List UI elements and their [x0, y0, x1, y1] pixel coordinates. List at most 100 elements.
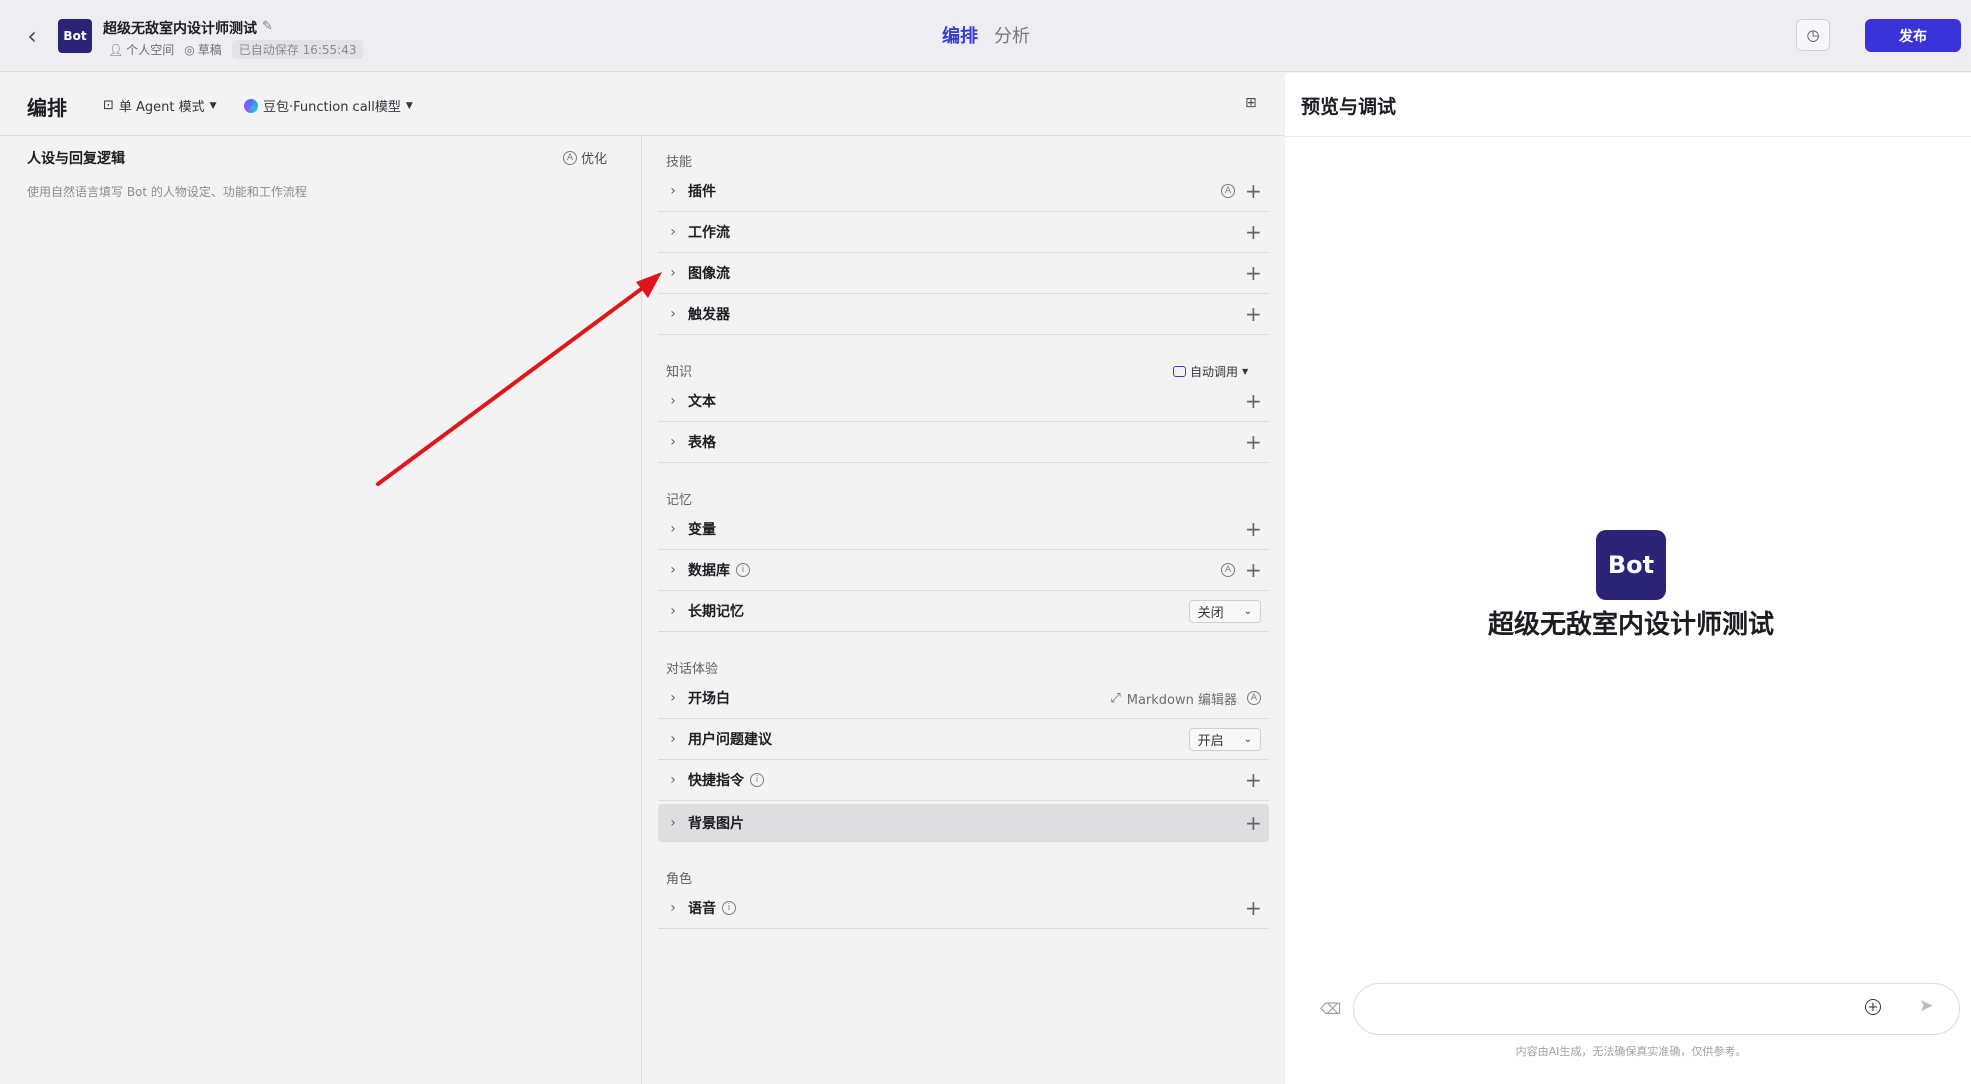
- agent-mode-select[interactable]: ⊡ 单 Agent 模式 ▼: [103, 96, 217, 115]
- add-icon[interactable]: +: [1245, 181, 1262, 201]
- chevron-right-icon[interactable]: ›: [658, 772, 688, 788]
- section-role-title: 角色: [666, 872, 693, 887]
- persona-input[interactable]: 使用自然语言填写 Bot 的人物设定、功能和工作流程: [27, 183, 307, 200]
- chevron-right-icon[interactable]: ›: [658, 224, 688, 240]
- row-plugin[interactable]: › 插件 A +: [658, 171, 1269, 212]
- chevron-down-icon: ⌄: [1243, 605, 1252, 617]
- section-dialog-title: 对话体验: [666, 662, 719, 677]
- skills-panel: 技能 › 插件 A + › 工作流 + › 图像流 + › 触发器 + 知识 › …: [643, 137, 1284, 1084]
- chevron-right-icon[interactable]: ›: [658, 183, 688, 199]
- editor-title: 编排: [27, 96, 67, 120]
- send-icon[interactable]: ➤: [1919, 996, 1933, 1016]
- add-icon[interactable]: +: [1245, 304, 1262, 324]
- add-icon[interactable]: +: [1245, 813, 1262, 833]
- chevron-right-icon[interactable]: ›: [658, 265, 688, 281]
- chat-input[interactable]: [1374, 994, 1834, 1024]
- auto-call-select[interactable]: 自动调用 ▼: [1173, 363, 1248, 380]
- clear-chat-icon[interactable]: ⌫: [1320, 1000, 1341, 1018]
- preview-panel: 预览与调试 Bot 超级无敌室内设计师测试 ⌫ 内容由AI生成，无法确保真实准确…: [1285, 73, 1971, 1084]
- model-select[interactable]: 豆包·Function call模型 ▼: [244, 96, 413, 115]
- markdown-label: Markdown 编辑器: [1126, 692, 1237, 708]
- row-voice[interactable]: › 语音 i +: [658, 888, 1269, 929]
- layout-grid-icon[interactable]: ⊞: [1245, 95, 1261, 111]
- user-icon: 👤︎: [108, 42, 124, 57]
- auto-call-icon: [1173, 366, 1186, 377]
- publish-button[interactable]: 发布: [1865, 19, 1961, 52]
- section-knowledge-title: 知识: [666, 365, 693, 380]
- add-icon[interactable]: +: [1245, 519, 1262, 539]
- add-icon[interactable]: +: [1245, 770, 1262, 790]
- model-label: 豆包·Function call模型: [263, 100, 401, 115]
- info-icon[interactable]: i: [722, 901, 736, 915]
- row-label: 工作流: [688, 225, 730, 241]
- row-text[interactable]: › 文本 +: [658, 381, 1269, 422]
- row-imageflow[interactable]: › 图像流 +: [658, 253, 1269, 294]
- info-icon[interactable]: i: [736, 563, 750, 577]
- auto-icon[interactable]: A: [1221, 563, 1235, 577]
- auto-icon[interactable]: A: [1247, 691, 1261, 705]
- preview-bot-avatar: Bot: [1596, 530, 1666, 600]
- row-label: 开场白: [688, 691, 730, 707]
- chevron-right-icon[interactable]: ›: [658, 603, 688, 619]
- persona-panel: 人设与回复逻辑 A 优化 使用自然语言填写 Bot 的人物设定、功能和工作流程: [0, 137, 642, 1084]
- chevron-right-icon[interactable]: ›: [658, 690, 688, 706]
- row-label: 触发器: [688, 307, 730, 323]
- section-skills-title: 技能: [666, 155, 693, 170]
- row-variable[interactable]: › 变量 +: [658, 509, 1269, 550]
- row-trigger[interactable]: › 触发器 +: [658, 294, 1269, 335]
- section-memory-title: 记忆: [666, 493, 693, 508]
- markdown-editor-button[interactable]: ⤢ Markdown 编辑器: [1110, 689, 1237, 708]
- chevron-down-icon: ⌄: [1243, 733, 1252, 745]
- long-term-memory-select[interactable]: 关闭 ⌄: [1188, 599, 1261, 623]
- top-tabs: 编排 分析: [942, 22, 1030, 48]
- add-attachment-icon[interactable]: +: [1865, 999, 1881, 1015]
- add-icon[interactable]: +: [1245, 560, 1262, 580]
- optimize-button[interactable]: A 优化: [563, 148, 607, 167]
- add-icon[interactable]: +: [1245, 432, 1262, 452]
- row-label: 文本: [688, 394, 716, 410]
- divider: [1285, 136, 1971, 137]
- row-shortcuts[interactable]: › 快捷指令 i +: [658, 760, 1269, 801]
- optimize-label: 优化: [581, 152, 608, 167]
- mode-icon: ⊡: [103, 98, 114, 113]
- chevron-right-icon[interactable]: ›: [658, 731, 688, 747]
- suggestions-select[interactable]: 开启 ⌄: [1188, 727, 1261, 751]
- chevron-right-icon[interactable]: ›: [658, 562, 688, 578]
- row-database[interactable]: › 数据库 i A +: [658, 550, 1269, 591]
- chevron-right-icon[interactable]: ›: [658, 434, 688, 450]
- tab-arrange[interactable]: 编排: [942, 22, 978, 48]
- row-label: 变量: [688, 522, 716, 538]
- row-table[interactable]: › 表格 +: [658, 422, 1269, 463]
- preview-title: 预览与调试: [1301, 96, 1397, 118]
- caret-down-icon: ▼: [209, 100, 217, 111]
- add-icon[interactable]: +: [1245, 898, 1262, 918]
- bot-name: 超级无敌室内设计师测试: [103, 21, 257, 37]
- space-chip: 👤︎ 个人空间: [108, 41, 174, 58]
- back-icon[interactable]: ‹: [20, 22, 44, 50]
- add-icon[interactable]: +: [1245, 391, 1262, 411]
- row-suggestions[interactable]: › 用户问题建议 开启 ⌄: [658, 719, 1269, 760]
- info-icon[interactable]: i: [750, 773, 764, 787]
- chevron-right-icon[interactable]: ›: [658, 815, 688, 831]
- row-label: 语音: [688, 901, 716, 917]
- chevron-right-icon[interactable]: ›: [658, 306, 688, 322]
- tab-analysis[interactable]: 分析: [994, 22, 1030, 48]
- chevron-right-icon[interactable]: ›: [658, 393, 688, 409]
- add-icon[interactable]: +: [1245, 222, 1262, 242]
- edit-icon[interactable]: ✎: [262, 19, 278, 35]
- persona-title: 人设与回复逻辑: [27, 151, 125, 167]
- row-opening[interactable]: › 开场白 ⤢ Markdown 编辑器 A: [658, 678, 1269, 719]
- row-long-term-memory[interactable]: › 长期记忆 关闭 ⌄: [658, 591, 1269, 632]
- history-icon[interactable]: ◷: [1796, 19, 1830, 51]
- autosave-badge: 已自动保存 16:55:43: [231, 40, 364, 59]
- add-icon[interactable]: +: [1245, 263, 1262, 283]
- chevron-right-icon[interactable]: ›: [658, 521, 688, 537]
- auto-icon[interactable]: A: [1221, 184, 1235, 198]
- row-label: 表格: [688, 435, 716, 451]
- row-workflow[interactable]: › 工作流 +: [658, 212, 1269, 253]
- chevron-right-icon[interactable]: ›: [658, 900, 688, 916]
- row-background-image[interactable]: › 背景图片 +: [658, 804, 1269, 842]
- row-label: 数据库: [688, 563, 730, 579]
- row-label: 快捷指令: [688, 773, 744, 789]
- model-icon: [244, 98, 258, 113]
